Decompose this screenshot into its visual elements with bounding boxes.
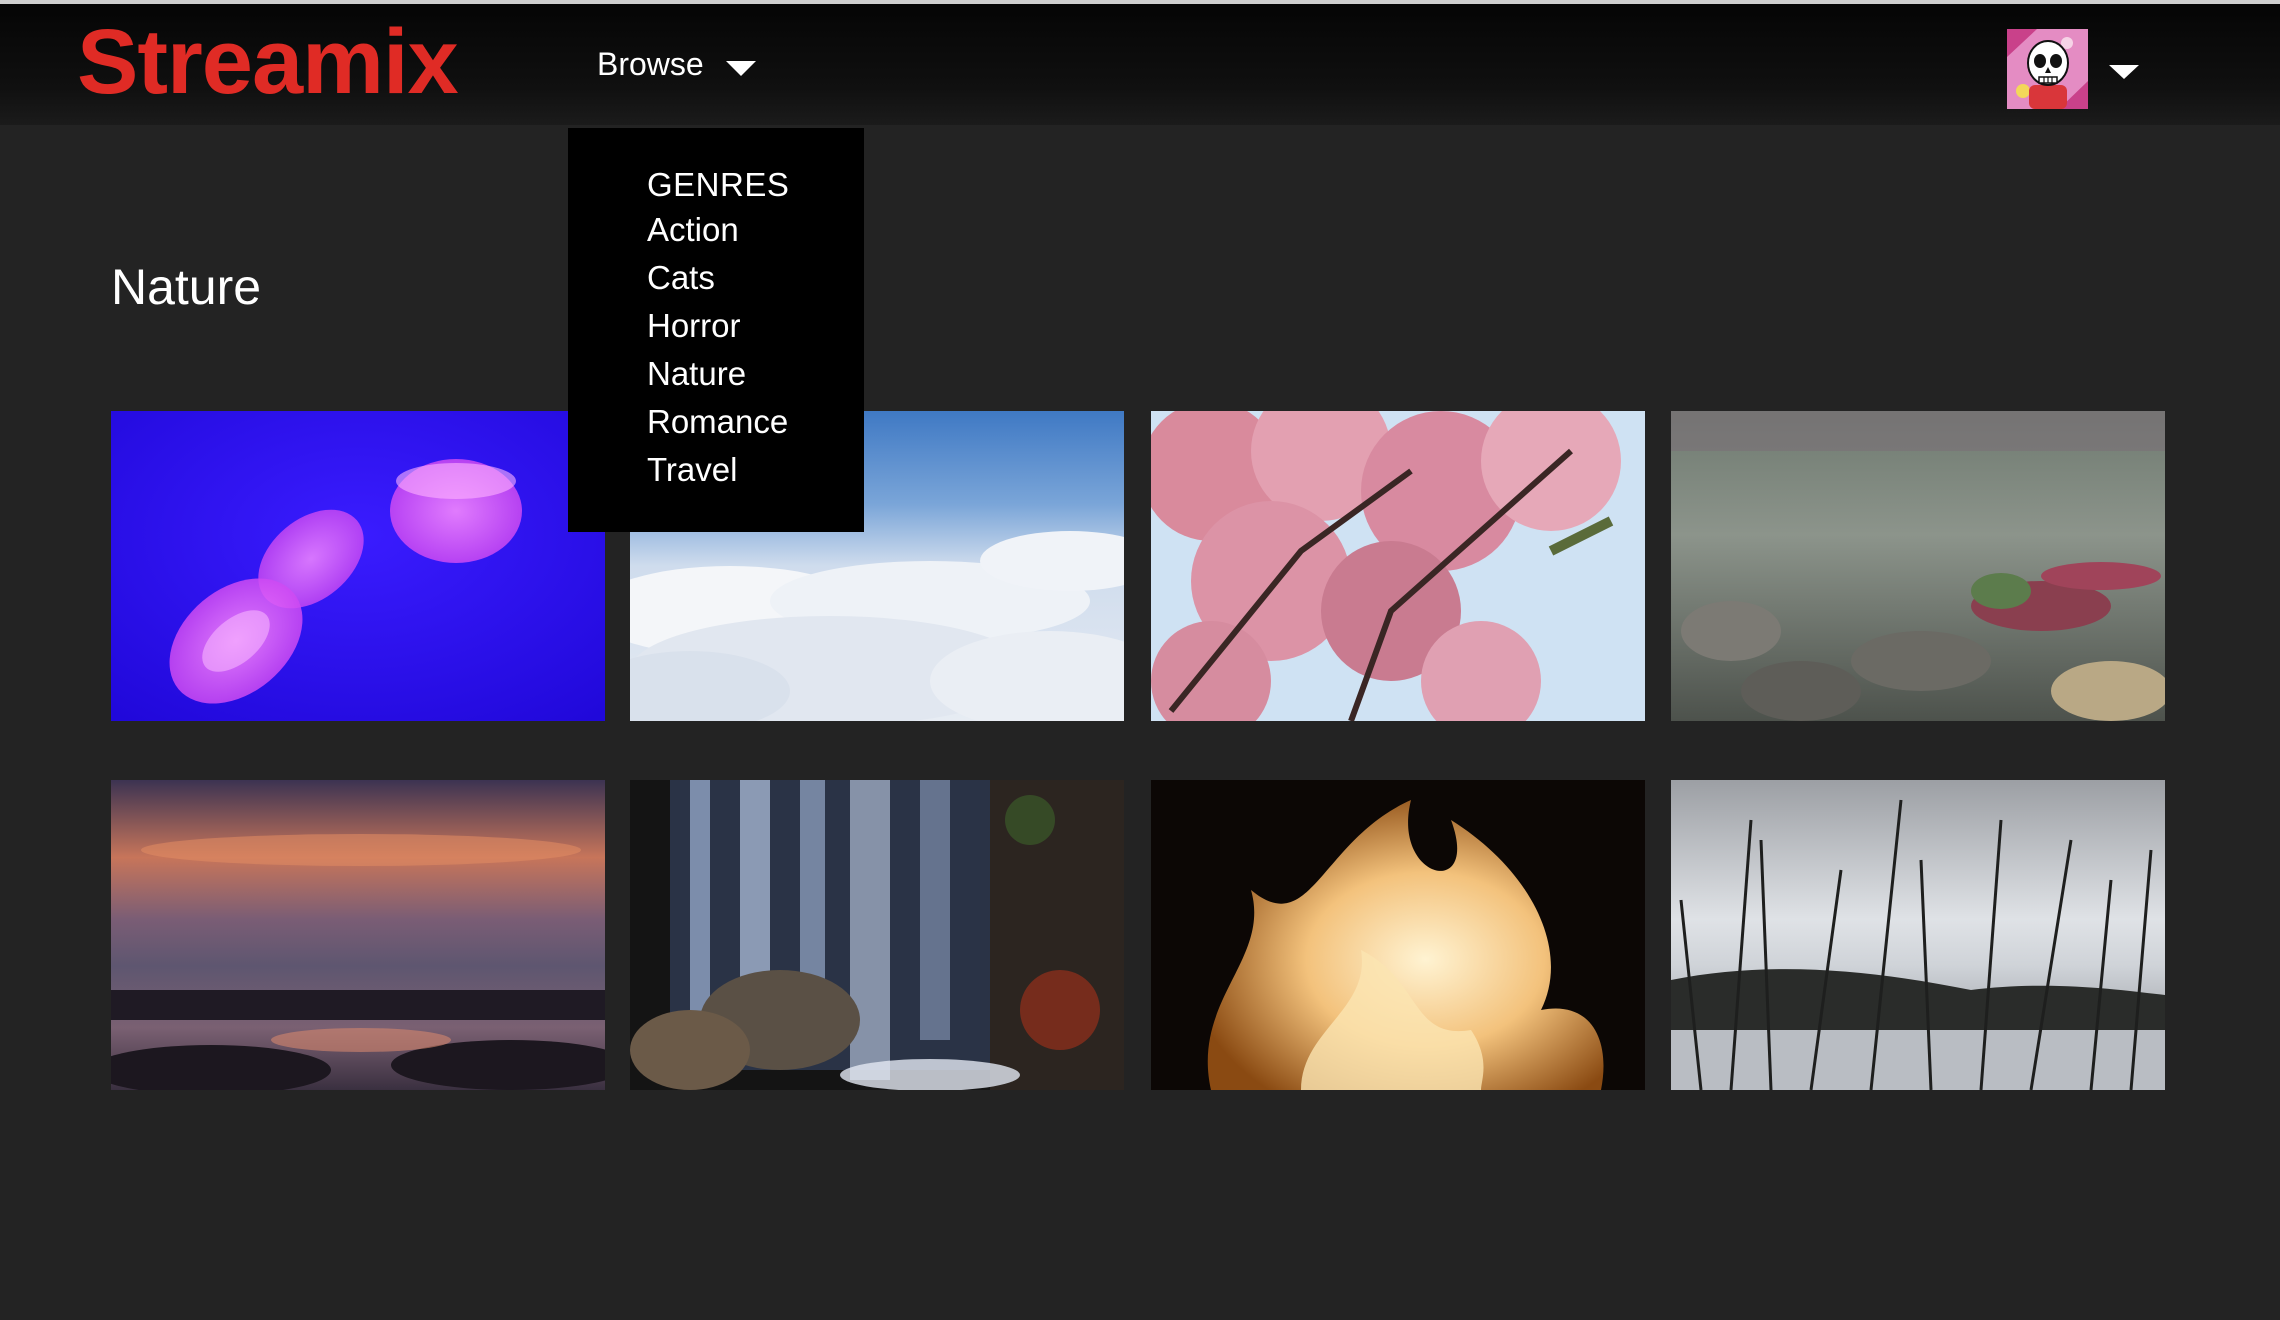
browse-label: Browse bbox=[597, 46, 704, 82]
waterfall-image bbox=[630, 780, 1124, 1090]
user-avatar[interactable] bbox=[2007, 29, 2088, 109]
cherry-blossoms-image bbox=[1151, 411, 1645, 721]
genre-item-action[interactable]: Action bbox=[647, 206, 864, 254]
video-thumbnail-salmon[interactable] bbox=[1671, 411, 2165, 721]
streamix-logo[interactable]: Streamix bbox=[77, 16, 459, 108]
genres-heading: GENRES bbox=[647, 166, 790, 203]
video-thumbnail-sunset-lake[interactable] bbox=[111, 780, 605, 1090]
skull-avatar-icon bbox=[2007, 29, 2088, 109]
video-thumbnail-winter-grass[interactable] bbox=[1671, 780, 2165, 1090]
video-thumbnail-fire[interactable] bbox=[1151, 780, 1645, 1090]
chevron-down-icon bbox=[725, 60, 756, 76]
video-thumbnail-waterfall[interactable] bbox=[630, 780, 1124, 1090]
video-thumbnail-jellyfish[interactable] bbox=[111, 411, 605, 721]
top-navigation-bar: Streamix Browse bbox=[0, 0, 2280, 125]
salmon-underwater-image bbox=[1671, 411, 2165, 721]
app-page: Streamix Browse GENRES Action Cats Horro… bbox=[0, 0, 2280, 1320]
video-thumbnail-cherry-blossoms[interactable] bbox=[1151, 411, 1645, 721]
winter-grass-image bbox=[1671, 780, 2165, 1090]
sunset-lake-image bbox=[111, 780, 605, 1090]
genre-item-travel[interactable]: Travel bbox=[647, 446, 864, 494]
genre-item-horror[interactable]: Horror bbox=[647, 302, 864, 350]
genre-item-cats[interactable]: Cats bbox=[647, 254, 864, 302]
genre-item-romance[interactable]: Romance bbox=[647, 398, 864, 446]
genre-item-nature[interactable]: Nature bbox=[647, 350, 864, 398]
account-menu-chevron-down-icon[interactable] bbox=[2109, 65, 2139, 79]
browse-menu-button[interactable]: Browse bbox=[597, 48, 756, 80]
section-title: Nature bbox=[111, 259, 262, 315]
fire-image bbox=[1151, 780, 1645, 1090]
genres-dropdown: GENRES Action Cats Horror Nature Romance… bbox=[568, 128, 864, 532]
jellyfish-image bbox=[111, 411, 605, 721]
